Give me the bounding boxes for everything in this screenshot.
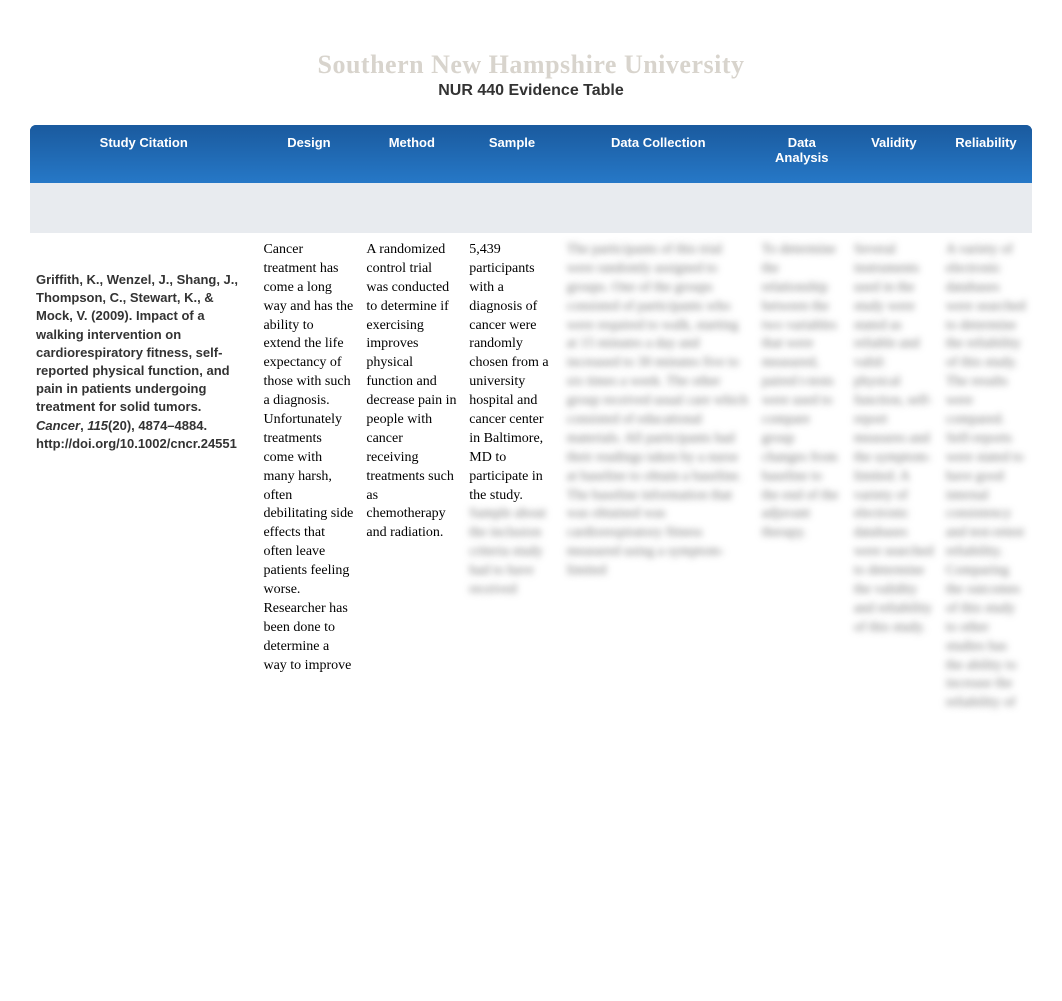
col-header-datacollection: Data Collection bbox=[561, 125, 756, 183]
datacollection-obscured-text: The participants of this trial were rand… bbox=[567, 242, 748, 578]
cell-design: Cancer treatment has come a long way and… bbox=[257, 233, 360, 721]
col-header-dataanalysis: Data Analysis bbox=[756, 125, 848, 183]
sample-visible-text: 5,439 participants with a diagnosis of c… bbox=[469, 242, 548, 503]
col-header-design: Design bbox=[257, 125, 360, 183]
citation-authors: Griffith, K., Wenzel, J., Shang, J., Tho… bbox=[36, 272, 238, 414]
table-header-row: Study Citation Design Method Sample Data… bbox=[30, 125, 1032, 183]
cell-dataanalysis: To determine the relationship between th… bbox=[756, 233, 848, 721]
cell-reliability: A variety of electronic databases were s… bbox=[940, 233, 1032, 721]
evidence-table: Study Citation Design Method Sample Data… bbox=[30, 125, 1032, 721]
cell-validity: Several instruments used in the study we… bbox=[848, 233, 940, 721]
cell-sample: 5,439 participants with a diagnosis of c… bbox=[463, 233, 560, 721]
sample-obscured-text: Sample about the inclusion criteria stud… bbox=[469, 506, 546, 597]
page-title: NUR 440 Evidence Table bbox=[30, 82, 1032, 100]
cell-citation: Griffith, K., Wenzel, J., Shang, J., Tho… bbox=[30, 233, 257, 721]
watermark-text: Southern New Hampshire University bbox=[30, 50, 1032, 80]
cell-datacollection: The participants of this trial were rand… bbox=[561, 233, 756, 721]
cell-method: A randomized control trial was conducted… bbox=[360, 233, 463, 721]
col-header-validity: Validity bbox=[848, 125, 940, 183]
dataanalysis-obscured-text: To determine the relationship between th… bbox=[762, 242, 839, 540]
table-spacer-row bbox=[30, 183, 1032, 233]
validity-obscured-text: Several instruments used in the study we… bbox=[854, 242, 934, 635]
col-header-sample: Sample bbox=[463, 125, 560, 183]
citation-volume: 115 bbox=[87, 418, 108, 433]
col-header-method: Method bbox=[360, 125, 463, 183]
evidence-table-wrapper: Study Citation Design Method Sample Data… bbox=[30, 125, 1032, 721]
document-header: Southern New Hampshire University NUR 44… bbox=[30, 20, 1032, 100]
col-header-citation: Study Citation bbox=[30, 125, 257, 183]
reliability-obscured-text: A variety of electronic databases were s… bbox=[946, 242, 1026, 710]
table-data-row: Griffith, K., Wenzel, J., Shang, J., Tho… bbox=[30, 233, 1032, 721]
citation-journal: Cancer bbox=[36, 418, 80, 433]
col-header-reliability: Reliability bbox=[940, 125, 1032, 183]
